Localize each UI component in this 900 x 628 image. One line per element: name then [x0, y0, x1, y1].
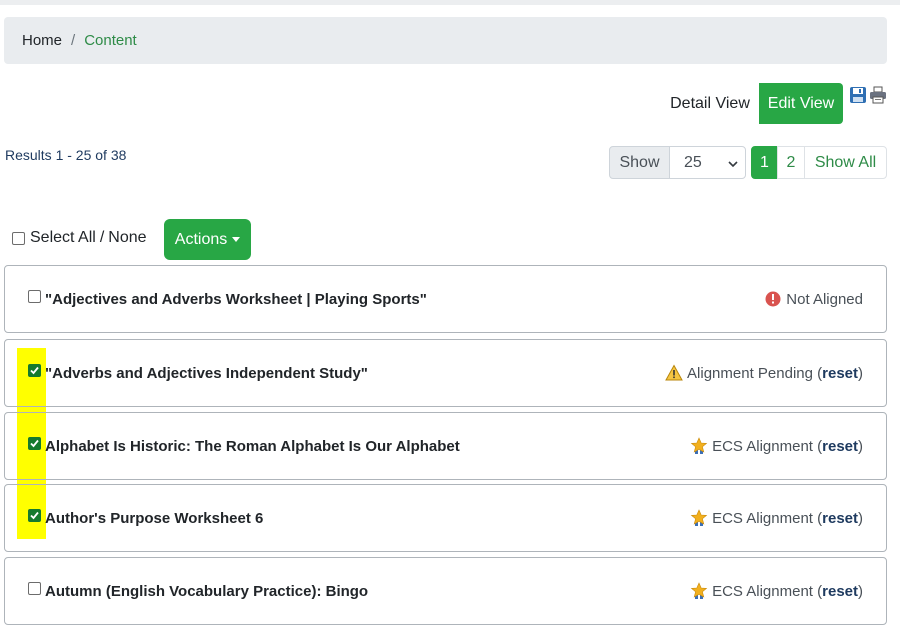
actions-dropdown-button[interactable]: Actions	[164, 219, 251, 260]
caret-down-icon	[232, 237, 241, 242]
item-checkbox[interactable]	[28, 290, 41, 303]
status-text: Not Aligned	[786, 290, 863, 308]
status-text: ECS Alignment	[712, 437, 813, 455]
breadcrumb-current: Content	[84, 32, 137, 49]
item-status: ECS Alignment (reset)	[690, 558, 863, 624]
page-size-select[interactable]: 25	[669, 146, 746, 179]
top-border	[0, 0, 900, 5]
save-icon[interactable]	[849, 86, 867, 104]
warning-triangle-icon	[665, 364, 683, 382]
content-item: Autumn (English Vocabulary Practice): Bi…	[4, 557, 887, 625]
item-status: Alignment Pending (reset)	[665, 340, 863, 406]
results-count: Results 1 - 25 of 38	[5, 147, 127, 163]
content-item: Author's Purpose Worksheet 6 ECS Alignme…	[4, 484, 887, 552]
reset-link[interactable]: reset	[822, 438, 858, 455]
item-status: ECS Alignment (reset)	[690, 485, 863, 551]
item-checkbox[interactable]	[28, 582, 41, 595]
show-all-link[interactable]: Show All	[804, 146, 887, 179]
pagination: 1 2 Show All	[751, 146, 887, 179]
content-item: "Adverbs and Adjectives Independent Stud…	[4, 339, 887, 407]
reset-link[interactable]: reset	[822, 583, 858, 600]
status-text: ECS Alignment	[712, 582, 813, 600]
item-title[interactable]: Author's Purpose Worksheet 6	[45, 485, 263, 551]
error-circle-icon	[764, 290, 782, 308]
select-all-separator: /	[99, 229, 105, 246]
select-all-control: Select All / None	[12, 229, 147, 247]
page-1-link[interactable]: 1	[751, 146, 778, 179]
reset-link[interactable]: reset	[822, 365, 858, 382]
select-none-label[interactable]: None	[108, 229, 146, 247]
award-star-icon	[690, 509, 708, 527]
item-title[interactable]: "Adverbs and Adjectives Independent Stud…	[45, 340, 368, 406]
item-checkbox[interactable]	[28, 437, 41, 450]
item-checkbox[interactable]	[28, 509, 41, 522]
content-item: "Adjectives and Adverbs Worksheet | Play…	[4, 265, 887, 333]
item-title[interactable]: Autumn (English Vocabulary Practice): Bi…	[45, 558, 368, 624]
print-icon[interactable]	[869, 86, 887, 104]
item-title[interactable]: Alphabet Is Historic: The Roman Alphabet…	[45, 413, 460, 479]
item-checkbox[interactable]	[28, 364, 41, 377]
item-status: Not Aligned	[764, 266, 863, 332]
detail-view-button[interactable]: Detail View	[662, 84, 758, 123]
reset-link[interactable]: reset	[822, 510, 858, 527]
award-star-icon	[690, 582, 708, 600]
edit-view-button[interactable]: Edit View	[759, 83, 843, 124]
select-all-label[interactable]: Select All	[30, 229, 96, 247]
select-all-checkbox[interactable]	[12, 231, 25, 245]
actions-label: Actions	[174, 230, 228, 248]
item-title[interactable]: "Adjectives and Adverbs Worksheet | Play…	[45, 266, 427, 332]
content-item: Alphabet Is Historic: The Roman Alphabet…	[4, 412, 887, 480]
status-text: Alignment Pending	[687, 364, 813, 382]
page-size-value: 25	[684, 153, 702, 171]
breadcrumb-separator: /	[71, 32, 76, 49]
breadcrumb-home-link[interactable]: Home	[22, 32, 62, 49]
status-text: ECS Alignment	[712, 509, 813, 527]
page-2-link[interactable]: 2	[777, 146, 805, 179]
item-status: ECS Alignment (reset)	[690, 413, 863, 479]
award-star-icon	[690, 437, 708, 455]
show-label: Show	[609, 146, 670, 179]
chevron-down-icon	[727, 157, 739, 175]
breadcrumb: Home / Content	[4, 17, 887, 64]
